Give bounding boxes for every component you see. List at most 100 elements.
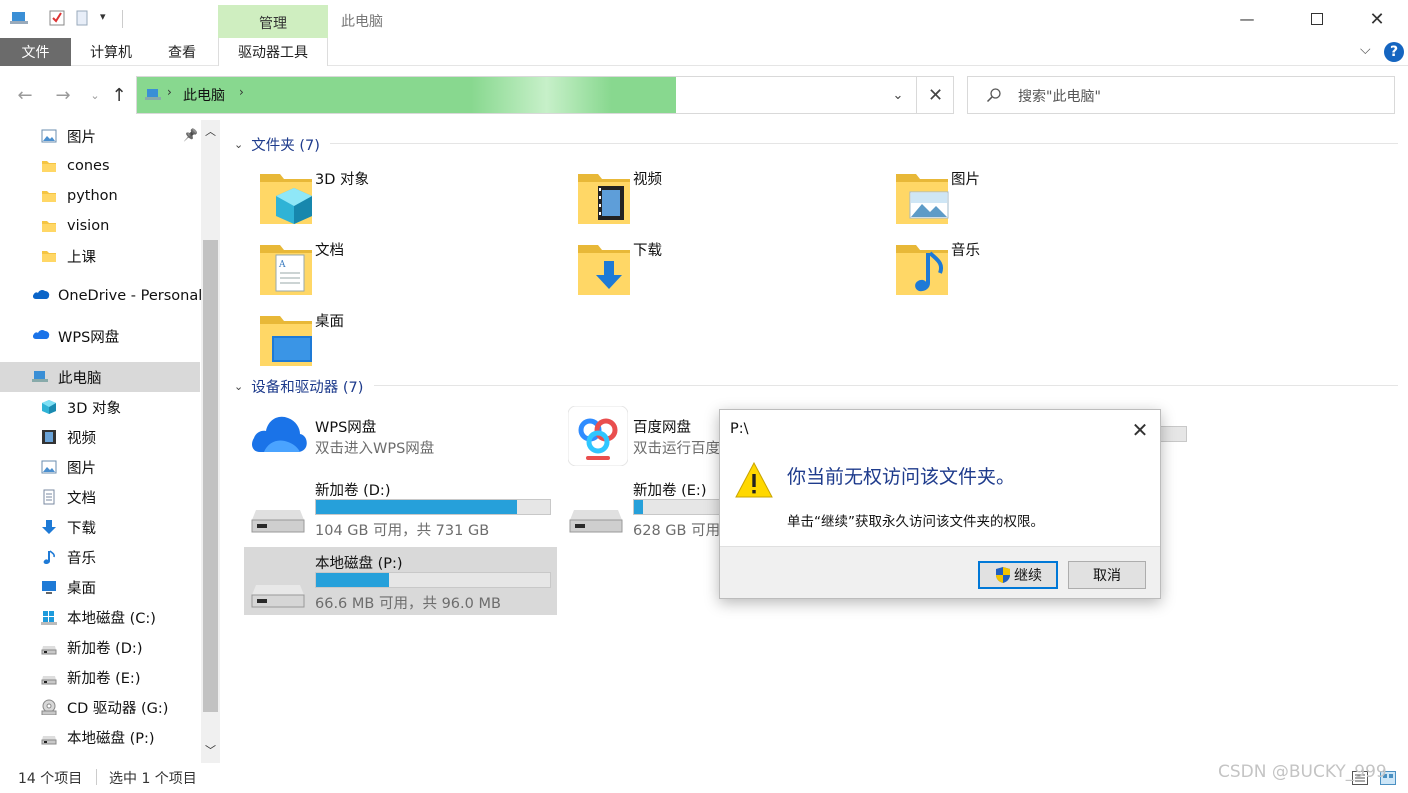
search-box[interactable]: 搜索"此电脑" [967, 76, 1395, 114]
baidu-netdisk-tile[interactable]: 百度网盘 双击运行百度 [566, 404, 726, 466]
tab-computer[interactable]: 计算机 [76, 38, 146, 66]
new-folder-icon[interactable] [74, 9, 92, 27]
sidebar-item--12[interactable]: 下载 [0, 512, 200, 542]
tab-view[interactable]: 查看 [152, 38, 212, 66]
drive-e-tile[interactable]: 新加卷 (E:) 628 GB 可用 [562, 470, 722, 542]
sidebar-item-wps-6[interactable]: WPS网盘 [0, 321, 200, 351]
nav-scrollbar[interactable]: ︿ ﹀ [201, 120, 220, 763]
scrollbar-thumb[interactable] [203, 240, 218, 712]
sidebar-item-label: 音乐 [67, 550, 96, 567]
drive-d-free: 104 GB 可用，共 731 GB [315, 523, 490, 539]
watermark: CSDN @BUCKY_999 [1218, 762, 1387, 782]
folders-group-label: 文件夹 (7) [251, 138, 320, 154]
manage-tab-group[interactable]: 管理 [218, 5, 328, 38]
folder-tile-1[interactable]: 视频 [576, 166, 816, 226]
music-icon [894, 237, 950, 301]
dialog-close-button[interactable]: ✕ [1126, 416, 1154, 444]
tab-file[interactable]: 文件 [0, 38, 71, 66]
documents-icon: A [258, 237, 314, 301]
sidebar-item-p-19[interactable]: 本地磁盘 (P:) [0, 722, 200, 752]
folders-group-header[interactable]: ⌄ 文件夹 (7) [234, 134, 320, 155]
forward-arrow-icon[interactable]: → [52, 84, 74, 106]
dialog-title: P:\ [730, 421, 749, 437]
drive-e-usage-bar [633, 499, 722, 515]
sidebar-item--9[interactable]: 视频 [0, 422, 200, 452]
folder-tile-3[interactable]: A 文档 [258, 237, 498, 297]
sidebar-item-cones-1[interactable]: cones [0, 151, 200, 181]
folder-tile-6[interactable]: 桌面 [258, 308, 498, 368]
sidebar-item--7[interactable]: 此电脑 [0, 362, 200, 392]
cancel-button[interactable]: 取消 [1068, 561, 1146, 589]
folder-tile-2[interactable]: 图片 [894, 166, 1134, 226]
pictures-icon [41, 459, 57, 475]
back-arrow-icon[interactable]: ← [14, 84, 36, 106]
sidebar-item-c-15[interactable]: 本地磁盘 (C:) [0, 602, 200, 632]
collapse-chevron-icon[interactable]: ⌄ [234, 380, 243, 393]
drive-p-usage-bar [315, 572, 551, 588]
close-button[interactable]: ✕ [1354, 0, 1400, 38]
windows-drive-icon [41, 609, 57, 625]
collapse-chevron-icon[interactable]: ⌄ [234, 138, 243, 151]
customize-quick-access-chevron-icon[interactable]: ▾ [100, 10, 106, 23]
sidebar-item-label: 此电脑 [58, 370, 102, 387]
this-pc-icon [10, 12, 28, 24]
sidebar-item-e-17[interactable]: 新加卷 (E:) [0, 662, 200, 692]
drive-d-usage-fill [316, 500, 518, 514]
tab-drive-tools[interactable]: 驱动器工具 [218, 38, 328, 66]
drive-icon [41, 639, 57, 655]
sidebar-item-vision-3[interactable]: vision [0, 211, 200, 241]
scroll-down-icon[interactable]: ﹀ [205, 742, 216, 758]
downloads-icon [41, 519, 57, 535]
minimize-button[interactable]: — [1224, 0, 1270, 38]
sidebar-item--13[interactable]: 音乐 [0, 542, 200, 572]
devices-group-header[interactable]: ⌄ 设备和驱动器 (7) [234, 376, 363, 397]
breadcrumb-this-pc[interactable]: 此电脑 [183, 85, 225, 105]
continue-button[interactable]: 继续 [978, 561, 1058, 589]
wps-cloud-icon [32, 328, 50, 344]
wps-cloud-tile[interactable]: WPS网盘 双击进入WPS网盘 [244, 408, 544, 468]
sidebar-item-cd-g-18[interactable]: CD 驱动器 (G:) [0, 692, 200, 722]
folder-label: 桌面 [315, 314, 344, 330]
wps-sub: 双击进入WPS网盘 [315, 441, 435, 457]
drive-d-tile[interactable]: 新加卷 (D:) 104 GB 可用，共 731 GB [244, 470, 556, 542]
sidebar-item-onedrive-personal-5[interactable]: OneDrive - Personal [0, 281, 203, 311]
ribbon-tabs: 文件 计算机 查看 驱动器工具 ⌵ ? [0, 38, 1408, 66]
up-arrow-icon[interactable]: ↑ [108, 84, 130, 106]
downloads-icon [576, 237, 632, 301]
pin-icon[interactable]: 📌 [183, 128, 198, 142]
folder-label: 视频 [633, 172, 662, 188]
address-dropdown-chevron-icon[interactable]: ⌄ [879, 77, 917, 113]
breadcrumb-chevron-icon[interactable]: › [239, 85, 244, 99]
file-explorer-window: ▾ 管理 此电脑 — ✕ 文件 计算机 查看 驱动器工具 ⌵ ? ← → ⌄ ↑… [0, 0, 1408, 793]
dialog-message: 你当前无权访问该文件夹。 [787, 466, 1016, 488]
properties-icon[interactable] [48, 9, 66, 27]
drive-icon [251, 510, 305, 533]
expand-ribbon-chevron-icon[interactable]: ⌵ [1360, 42, 1371, 58]
uac-shield-icon [996, 567, 1010, 583]
sidebar-item-python-2[interactable]: python [0, 181, 200, 211]
folder-tile-0[interactable]: 3D 对象 [258, 166, 498, 226]
sidebar-item-d-16[interactable]: 新加卷 (D:) [0, 632, 200, 662]
sidebar-item--11[interactable]: 文档 [0, 482, 200, 512]
scroll-up-icon[interactable]: ︿ [205, 123, 216, 139]
sidebar-item-3d-8[interactable]: 3D 对象 [0, 392, 200, 422]
recent-locations-chevron-icon[interactable]: ⌄ [84, 84, 106, 106]
maximize-button[interactable] [1294, 0, 1340, 38]
sidebar-item--4[interactable]: 上课 [0, 241, 200, 271]
sidebar-item-label: OneDrive - Personal [58, 288, 203, 304]
sidebar-item--0[interactable]: 图片 📌 [0, 121, 200, 151]
wps-name: WPS网盘 [315, 420, 377, 436]
folder-tile-5[interactable]: 音乐 [894, 237, 1134, 297]
breadcrumb-separator-icon: › [167, 85, 172, 99]
stop-loading-icon[interactable]: ✕ [916, 77, 954, 113]
address-bar[interactable]: › 此电脑 › ⌄ ✕ [136, 76, 954, 114]
3d-objects-icon [258, 166, 314, 230]
sidebar-item--10[interactable]: 图片 [0, 452, 200, 482]
sidebar-item-label: python [67, 188, 118, 204]
drive-p-tile[interactable]: 本地磁盘 (P:) 66.6 MB 可用，共 96.0 MB [244, 547, 557, 615]
sidebar-item-label: 视频 [67, 430, 96, 447]
continue-label: 继续 [1014, 568, 1042, 584]
sidebar-item--14[interactable]: 桌面 [0, 572, 200, 602]
help-icon[interactable]: ? [1384, 42, 1404, 62]
folder-tile-4[interactable]: 下载 [576, 237, 816, 297]
